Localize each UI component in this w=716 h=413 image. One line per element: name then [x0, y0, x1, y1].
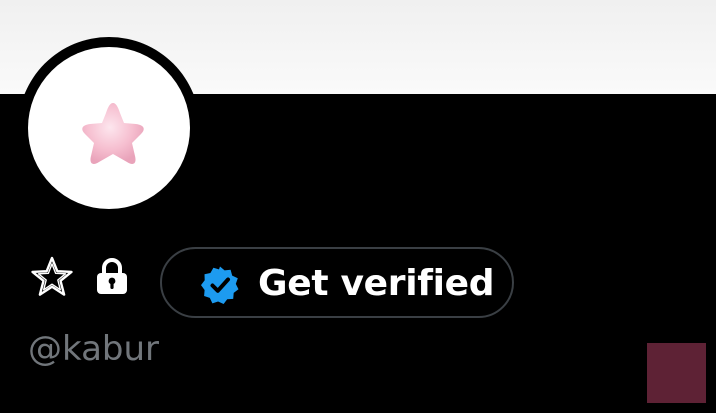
lock-icon: [97, 258, 127, 294]
color-swatch: [647, 343, 706, 403]
get-verified-button[interactable]: Get verified: [160, 247, 514, 318]
get-verified-label: Get verified: [258, 263, 495, 304]
verified-badge-icon: [201, 266, 239, 304]
avatar-image: [28, 47, 190, 209]
star-outline-icon: [31, 256, 73, 296]
profile-avatar[interactable]: [18, 37, 200, 219]
pink-star-icon: [82, 103, 144, 164]
profile-handle: @kabur: [28, 329, 160, 369]
